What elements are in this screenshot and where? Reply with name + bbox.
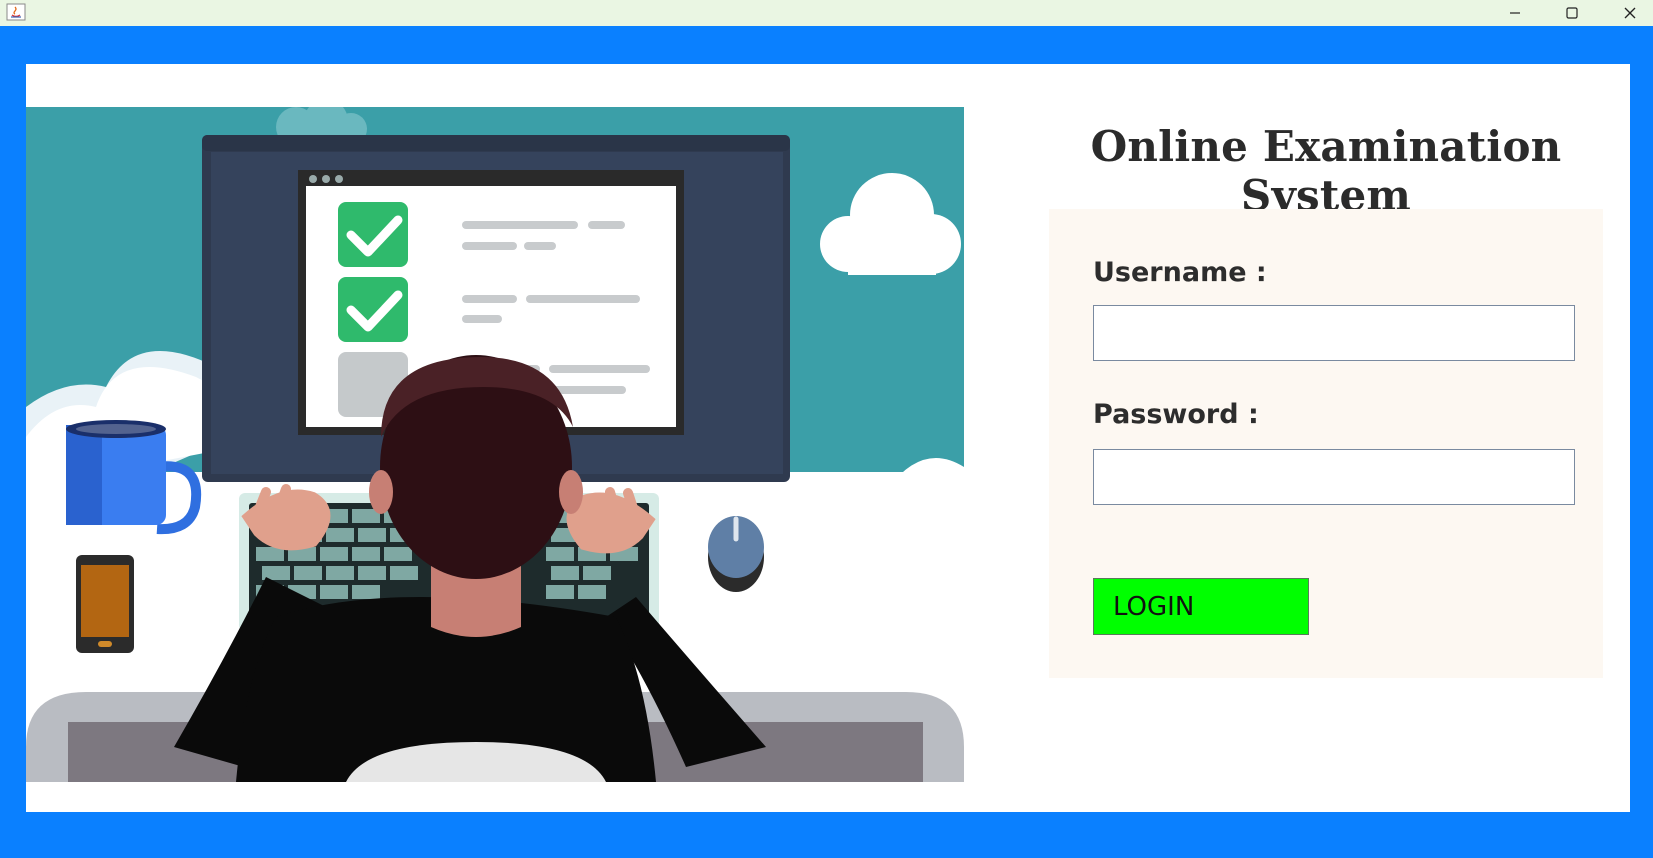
minimize-icon — [1510, 12, 1520, 14]
login-panel: Online Examination System Username : Pas… — [26, 64, 1630, 812]
java-app-icon — [6, 3, 26, 21]
login-button[interactable]: LOGIN — [1093, 578, 1309, 635]
login-form: Username : Password : LOGIN — [1049, 209, 1603, 678]
password-field[interactable] — [1093, 449, 1575, 505]
close-button[interactable] — [1605, 0, 1653, 26]
mouse-icon — [708, 516, 764, 592]
username-field[interactable] — [1093, 305, 1575, 361]
username-label: Username : — [1093, 257, 1267, 288]
window-title-bar — [0, 0, 1653, 26]
maximize-button[interactable] — [1547, 0, 1597, 26]
page-title: Online Examination System — [1090, 122, 1562, 220]
close-icon — [1624, 7, 1636, 19]
minimize-button[interactable] — [1490, 0, 1540, 26]
maximize-icon — [1566, 7, 1578, 19]
phone-icon — [76, 555, 134, 653]
exam-illustration — [26, 107, 964, 782]
password-label: Password : — [1093, 399, 1259, 430]
